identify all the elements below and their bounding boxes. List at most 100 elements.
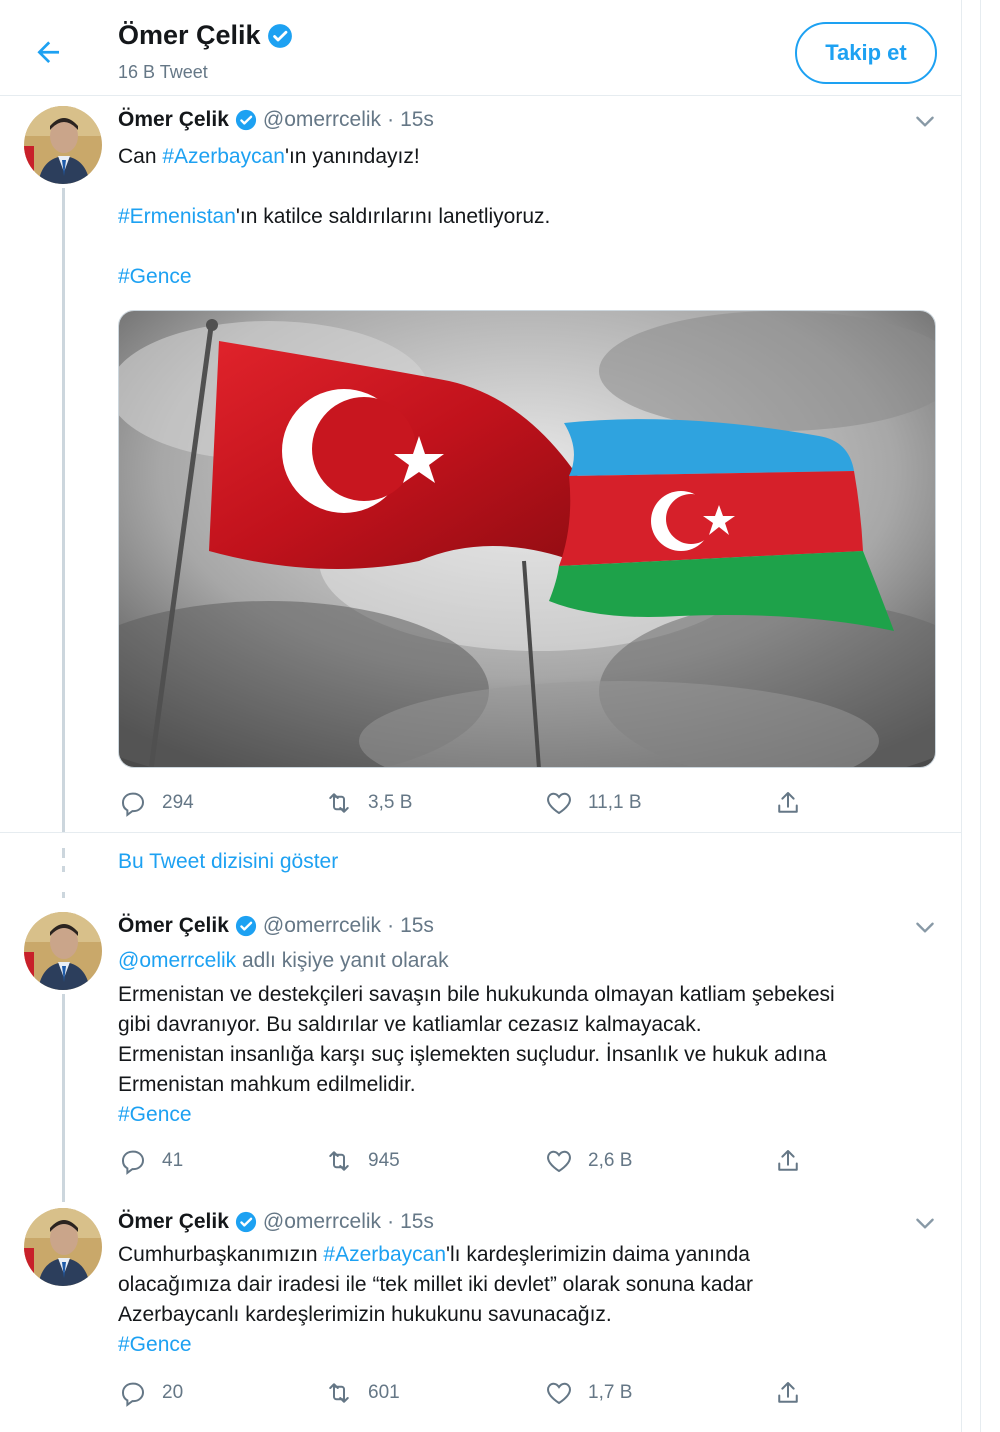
reply-action[interactable]: 294: [118, 788, 194, 818]
reply-count: 41: [162, 1150, 184, 1171]
author-name[interactable]: Ömer Çelik: [118, 1210, 229, 1234]
tweet-line: gibi davranıyor. Bu saldırılar ve katlia…: [118, 1013, 702, 1036]
tweet-time[interactable]: 15s: [400, 108, 434, 132]
hashtag-link[interactable]: #Gence: [118, 1103, 192, 1126]
verified-badge-icon: [267, 23, 293, 49]
reply-count: 20: [162, 1382, 184, 1403]
like-icon: [547, 1382, 571, 1405]
avatar[interactable]: [24, 1208, 102, 1286]
timeline-column: Ömer Çelik 16 B Tweet Takip et Ömer Çeli…: [0, 0, 962, 1432]
meta-separator: ·: [387, 108, 395, 131]
tweet-line: Cumhurbaşkanımızın #Azerbaycan'lı kardeş…: [118, 1240, 938, 1270]
chevron-down-icon[interactable]: [912, 108, 938, 134]
author-handle[interactable]: @omerrcelik: [263, 108, 381, 132]
reply-action[interactable]: 20: [118, 1378, 183, 1408]
like-count: 2,6 B: [588, 1150, 633, 1171]
text-segment: 'ın katilce saldırılarını lanetliyoruz.: [235, 205, 551, 228]
reply-count: 294: [162, 792, 194, 813]
retweet-count: 601: [368, 1382, 400, 1403]
share-action[interactable]: [773, 1378, 803, 1408]
page-edge: [980, 0, 981, 1432]
tweet-meta: Ömer Çelik @omerrcelik · 15s: [118, 1210, 434, 1234]
verified-badge-icon: [235, 109, 257, 131]
tweet-actions: 41 945 2,6 B: [118, 1146, 818, 1176]
like-count: 11,1 B: [588, 792, 642, 813]
tweet-line: Ermenistan ve destekçileri savaşın bile …: [118, 983, 835, 1006]
follow-button[interactable]: Takip et: [795, 22, 937, 84]
like-action[interactable]: 11,1 B: [544, 788, 642, 818]
tweet-count: 16 B Tweet: [118, 62, 208, 82]
author-name[interactable]: Ömer Çelik: [118, 914, 229, 938]
profile-name-text: Ömer Çelik: [118, 20, 261, 50]
back-arrow-icon[interactable]: [30, 34, 66, 70]
tweet-3[interactable]: Ömer Çelik @omerrcelik · 15s Cumhurbaşka…: [0, 1198, 962, 1432]
show-thread-link[interactable]: Bu Tweet dizisini göster: [118, 850, 338, 874]
avatar[interactable]: [24, 106, 102, 184]
retweet-action[interactable]: 601: [324, 1378, 400, 1408]
tweet-line: olacağımıza dair iradesi ile “tek millet…: [118, 1273, 753, 1296]
thread-line: [62, 188, 65, 832]
tweet-time[interactable]: 15s: [400, 1210, 434, 1234]
author-handle[interactable]: @omerrcelik: [263, 914, 381, 938]
tweet-divider: [0, 832, 962, 833]
tweet-text: Cumhurbaşkanımızın #Azerbaycan'lı kardeş…: [118, 1240, 938, 1360]
tweet-line: Ermenistan mahkum edilmelidir.: [118, 1073, 416, 1096]
like-action[interactable]: 1,7 B: [544, 1378, 632, 1408]
tweet-1[interactable]: Ömer Çelik @omerrcelik · 15s Can #Azerba…: [0, 96, 962, 832]
retweet-icon: [329, 793, 349, 813]
tweet-line: #Gence: [118, 1100, 938, 1130]
reply-icon: [122, 792, 144, 817]
text-segment: Can: [118, 145, 163, 168]
thread-dots: [62, 848, 65, 858]
reply-to-text: adlı kişiye yanıt olarak: [236, 949, 449, 972]
retweet-icon: [329, 1383, 349, 1403]
text-segment: 'ın yanındayız!: [284, 145, 420, 168]
tweet-actions: 294 3,5 B 11,1 B: [118, 788, 818, 818]
share-action[interactable]: [773, 788, 803, 818]
hashtag-link[interactable]: #Gence: [118, 1333, 192, 1356]
retweet-action[interactable]: 945: [324, 1146, 400, 1176]
share-icon: [778, 1382, 798, 1403]
verified-badge-icon: [235, 1211, 257, 1233]
hashtag-link[interactable]: #Azerbaycan: [162, 145, 285, 168]
tweet-2[interactable]: Ömer Çelik @omerrcelik · 15s @omerrcelik…: [0, 902, 962, 1202]
avatar[interactable]: [24, 912, 102, 990]
reply-action[interactable]: 41: [118, 1146, 183, 1176]
reply-icon: [122, 1150, 144, 1175]
hashtag-link[interactable]: #Azerbaycan: [323, 1243, 446, 1266]
text-segment: Cumhurbaşkanımızın: [118, 1243, 324, 1266]
share-action[interactable]: [773, 1146, 803, 1176]
thread-dots: [62, 892, 65, 898]
retweet-icon: [329, 1151, 349, 1171]
thread-line: [62, 994, 65, 1202]
tweet-media-image[interactable]: [118, 310, 936, 768]
verified-badge-icon: [235, 915, 257, 937]
chevron-down-icon[interactable]: [912, 914, 938, 940]
tweet-meta: Ömer Çelik @omerrcelik · 15s: [118, 914, 434, 938]
like-icon: [547, 792, 571, 815]
profile-name: Ömer Çelik: [118, 20, 293, 51]
meta-separator: ·: [387, 1210, 395, 1233]
reply-to-handle[interactable]: @omerrcelik: [118, 949, 236, 972]
author-handle[interactable]: @omerrcelik: [263, 1210, 381, 1234]
tweet-line: Can #Azerbaycan'ın yanındayız!: [118, 142, 938, 172]
share-icon: [778, 792, 798, 813]
tweet-line: #Gence: [118, 1330, 938, 1360]
like-action[interactable]: 2,6 B: [544, 1146, 632, 1176]
author-name[interactable]: Ömer Çelik: [118, 108, 229, 132]
tweet-time[interactable]: 15s: [400, 914, 434, 938]
reply-icon: [122, 1382, 144, 1407]
like-icon: [547, 1150, 571, 1173]
text-segment: 'lı kardeşlerimizin daima yanında: [446, 1243, 750, 1266]
chevron-down-icon[interactable]: [912, 1210, 938, 1236]
tweet-meta: Ömer Çelik @omerrcelik · 15s: [118, 108, 434, 132]
retweet-count: 3,5 B: [368, 792, 413, 813]
share-icon: [778, 1150, 798, 1171]
tweet-text: Can #Azerbaycan'ın yanındayız! #Ermenist…: [118, 142, 938, 292]
retweet-action[interactable]: 3,5 B: [324, 788, 412, 818]
retweet-count: 945: [368, 1150, 400, 1171]
hashtag-link[interactable]: #Gence: [118, 265, 192, 288]
tweet-line: #Ermenistan'ın katilce saldırılarını lan…: [118, 202, 938, 232]
tweet-line: #Gence: [118, 262, 938, 292]
hashtag-link[interactable]: #Ermenistan: [118, 205, 236, 228]
